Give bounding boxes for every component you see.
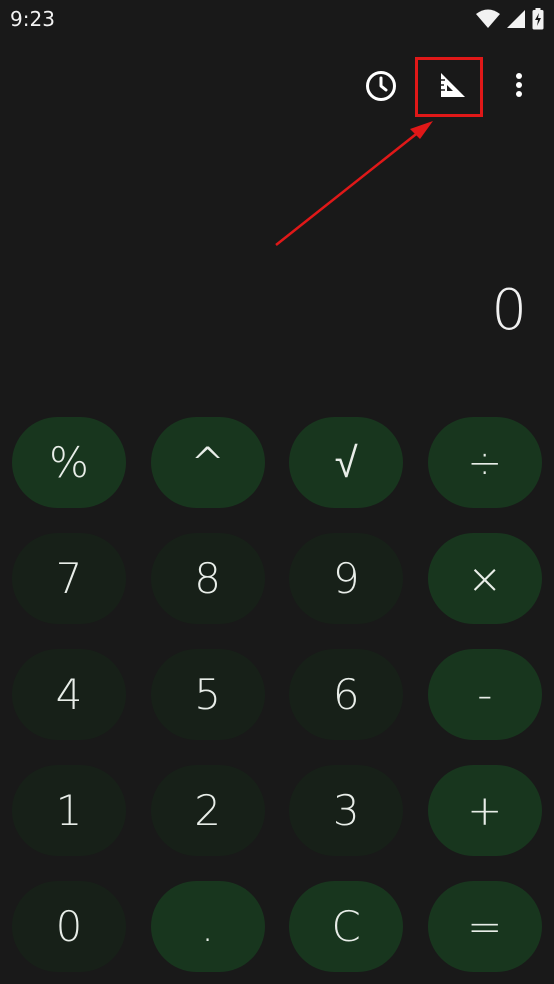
digit-7-key-label: 7 [55,554,83,603]
equals-key-label: = [467,902,503,951]
digit-3-key-label: 3 [332,786,360,835]
subtract-key[interactable]: - [427,649,542,740]
digit-9-key-label: 9 [332,554,360,603]
digit-8-key-label: 8 [194,554,221,603]
battery-charging-icon [532,8,544,34]
digit-1-key-label: 1 [55,786,83,835]
subtract-key-label: - [477,670,493,719]
digit-2-key[interactable]: 2 [150,765,265,856]
digit-4-key-label: 4 [55,670,83,719]
signal-icon [506,9,526,33]
digit-5-key-label: 5 [194,670,221,719]
more-vert-icon [514,71,524,103]
square-root-key[interactable]: √ [289,417,404,508]
percent-key-label: % [49,438,89,487]
square-root-key-label: √ [334,438,358,487]
digit-5-key[interactable]: 5 [150,649,265,740]
digit-6-key[interactable]: 6 [289,649,404,740]
digit-0-key[interactable]: 0 [12,881,126,972]
digit-0-key-label: 0 [55,902,83,951]
equals-key[interactable]: = [427,881,542,972]
status-time: 9:23 [10,7,55,31]
digit-2-key-label: 2 [194,786,221,835]
power-key[interactable]: ^ [150,417,265,508]
digit-4-key[interactable]: 4 [12,649,126,740]
result-display: 0 [491,278,527,343]
digit-9-key[interactable]: 9 [289,533,404,624]
digit-8-key[interactable]: 8 [150,533,265,624]
keypad: % ^ √ ÷ 7 8 9 × 4 5 6 - 1 2 3 +0. C = [12,417,542,972]
decimal-point-key-label: . [200,902,215,951]
power-key-label: ^ [189,438,226,487]
status-icons [476,8,544,34]
digit-7-key[interactable]: 7 [12,533,126,624]
add-key-label: + [467,786,503,835]
decimal-point-key[interactable]: . [150,881,265,972]
percent-key[interactable]: % [12,417,126,508]
digit-6-key-label: 6 [332,670,360,719]
clear-key-label: C [331,902,361,951]
divide-key-label: ÷ [467,438,503,487]
status-bar: 9:23 [0,0,554,40]
annotation-highlight-box [415,57,483,117]
history-button[interactable] [362,69,400,107]
digit-1-key[interactable]: 1 [12,765,126,856]
wifi-icon [476,9,500,33]
more-options-button[interactable] [505,68,533,106]
multiply-key[interactable]: × [427,533,542,624]
add-key[interactable]: + [427,765,542,856]
multiply-key-label: × [467,554,503,603]
clear-key[interactable]: C [289,881,404,972]
digit-3-key[interactable]: 3 [289,765,404,856]
divide-key[interactable]: ÷ [427,417,542,508]
history-clock-icon [364,69,398,107]
